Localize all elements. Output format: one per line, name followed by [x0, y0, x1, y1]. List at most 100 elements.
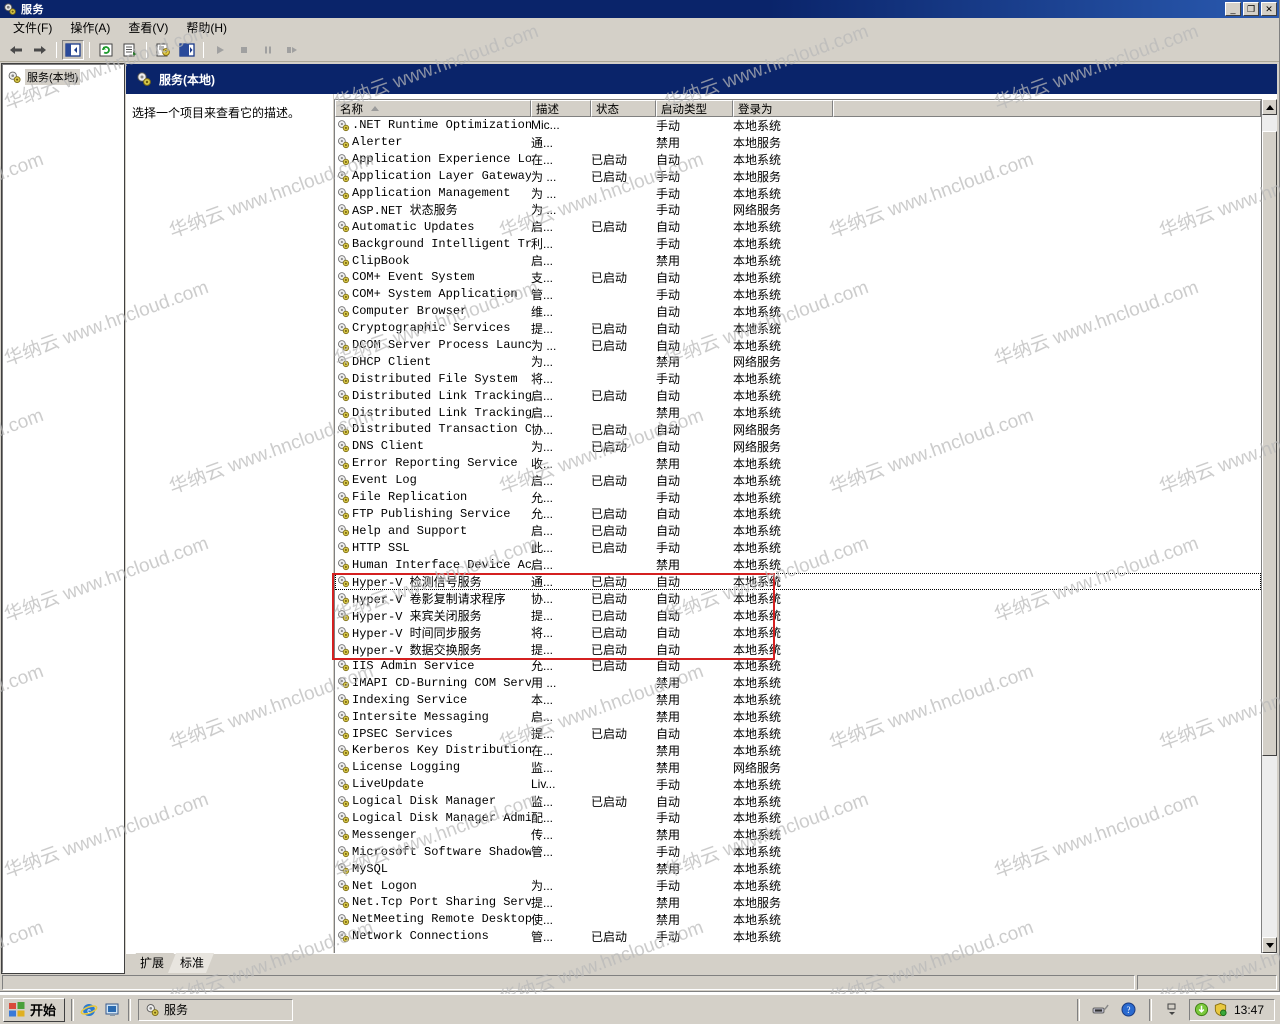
table-row[interactable]: Human Interface Device Ac...启... 禁用 本地系统	[335, 556, 1261, 573]
table-row[interactable]: Error Reporting Service 收... 禁用 本地系统	[335, 455, 1261, 472]
taskbar-window-button-services[interactable]: 服务	[138, 998, 294, 1021]
pause-service-icon[interactable]	[257, 40, 279, 60]
table-row[interactable]: Net Logon 为... 手动 本地系统	[335, 877, 1261, 894]
security-shield-icon[interactable]	[1213, 1002, 1228, 1017]
menu-view[interactable]: 查看(V)	[119, 17, 177, 38]
table-row[interactable]: FTP Publishing Service 允... 已启动 自动 本地系统	[335, 505, 1261, 522]
table-row[interactable]: Network Connections 管... 已启动 手动 本地系统	[335, 928, 1261, 945]
list-vertical-scrollbar[interactable]	[1261, 99, 1277, 953]
table-row[interactable]: Indexing Service 本... 禁用 本地系统	[335, 691, 1261, 708]
table-row[interactable]: Net.Tcp Port Sharing Service提... 禁用 本地服务	[335, 894, 1261, 911]
table-row[interactable]: Event Log 启... 已启动 自动 本地系统	[335, 472, 1261, 489]
table-row[interactable]: Distributed Link Tracking...启... 已启动 自动 本地系…	[335, 387, 1261, 404]
cell-log-on-as: 本地系统	[733, 845, 782, 860]
table-row[interactable]: Background Intelligent Tr...利... 手动 本地系统	[335, 235, 1261, 252]
column-startup-type[interactable]: 启动类型	[656, 100, 733, 117]
table-row[interactable]: ASP.NET 状态服务为 ... 手动 网络服务	[335, 201, 1261, 218]
table-row[interactable]: License Logging 监... 禁用 网络服务	[335, 759, 1261, 776]
column-log-on-as[interactable]: 登录为	[733, 100, 833, 117]
table-row[interactable]: Hyper-V 来宾关闭服务 提... 已启动 自动 本地系统	[335, 607, 1261, 624]
scroll-up-button[interactable]	[1262, 99, 1277, 115]
table-row[interactable]: .NET Runtime Optimization...Mic... 手动 本地系统	[335, 117, 1261, 134]
table-row[interactable]: Alerter 通... 禁用 本地服务	[335, 134, 1261, 151]
start-service-icon[interactable]	[209, 40, 231, 60]
table-row[interactable]: File Replication 允... 手动 本地系统	[335, 489, 1261, 506]
menu-action[interactable]: 操作(A)	[61, 17, 119, 38]
table-row[interactable]: Computer Browser 维... 自动 本地系统	[335, 303, 1261, 320]
column-name[interactable]: 名称	[335, 100, 531, 117]
column-log-on-as-label: 登录为	[738, 103, 773, 116]
cell-log-on-as: 本地系统	[733, 524, 782, 539]
table-row[interactable]: Logical Disk Manager Admi...配... 手动 本地系统	[335, 810, 1261, 827]
table-row[interactable]: MySQL 禁用 本地系统	[335, 860, 1261, 877]
restore-button[interactable]: ❐	[1243, 2, 1259, 16]
table-row[interactable]: Hyper-V 时间同步服务 将... 已启动 自动 本地系统	[335, 624, 1261, 641]
show-hide-tree-icon[interactable]	[62, 39, 84, 60]
table-row[interactable]: NetMeeting Remote Desktop...使... 禁用 本地系统	[335, 911, 1261, 928]
scroll-down-button[interactable]	[1262, 937, 1277, 953]
start-button[interactable]: 开始	[3, 997, 66, 1022]
show-desktop-icon[interactable]	[103, 1000, 123, 1020]
menu-file[interactable]: 文件(F)	[4, 17, 61, 38]
table-row[interactable]: LiveUpdate Liv... 手动 本地系统	[335, 776, 1261, 793]
network-connection-icon[interactable]	[1090, 1000, 1110, 1020]
back-icon[interactable]	[5, 40, 27, 60]
table-row[interactable]: Cryptographic Services 提... 已启动 自动 本地系统	[335, 320, 1261, 337]
table-row[interactable]: HTTP SSL 此... 已启动 手动 本地系统	[335, 539, 1261, 556]
tree-item-services-local[interactable]: 服务(本地)	[3, 65, 123, 85]
window-title-bar[interactable]: 服务 _ ❐ ✕	[0, 0, 1279, 18]
properties-icon[interactable]	[176, 40, 198, 60]
table-row[interactable]: DCOM Server Process Launcher为 ... 已启动 自动 本地…	[335, 337, 1261, 354]
cell-description: 在...	[531, 152, 554, 167]
table-row[interactable]: Kerberos Key Distribution...在... 禁用 本地系统	[335, 742, 1261, 759]
table-row[interactable]: DNS Client 为... 已启动 自动 网络服务	[335, 438, 1261, 455]
export-list-icon[interactable]	[119, 40, 141, 60]
refresh-icon[interactable]	[95, 40, 117, 60]
tab-standard[interactable]: 标准	[168, 953, 214, 973]
column-status[interactable]: 状态	[591, 100, 656, 117]
minimize-button[interactable]: _	[1225, 2, 1241, 16]
table-row[interactable]: Distributed Link Tracking...启... 禁用 本地系统	[335, 404, 1261, 421]
help-tray-icon[interactable]: ?	[1119, 1000, 1139, 1020]
table-row[interactable]: ClipBook 启... 禁用 本地系统	[335, 252, 1261, 269]
table-row[interactable]: DHCP Client 为... 禁用 网络服务	[335, 353, 1261, 370]
table-row[interactable]: Hyper-V 检测信号服务 通... 已启动 自动 本地系统	[335, 573, 1261, 590]
table-row[interactable]: Hyper-V 卷影复制请求程序 协... 已启动 自动 本地系统	[335, 590, 1261, 607]
help-icon[interactable]: ?	[152, 40, 174, 60]
table-row[interactable]: COM+ Event System 支... 已启动 自动 本地系统	[335, 269, 1261, 286]
table-row[interactable]: COM+ System Application 管... 手动 本地系统	[335, 286, 1261, 303]
cell-log-on-as: 本地服务	[733, 135, 782, 150]
scrollbar-track[interactable]	[1262, 115, 1277, 937]
cell-service-name: Cryptographic Services	[335, 321, 531, 335]
table-row[interactable]: Automatic Updates 启... 已启动 自动 本地系统	[335, 218, 1261, 235]
table-row[interactable]: Application Experience Lo...在... 已启动 自动 本地系…	[335, 151, 1261, 168]
expand-tray-icon[interactable]	[1162, 1000, 1182, 1020]
table-row[interactable]: Application Layer Gateway...为 ... 已启动 手动 本地…	[335, 168, 1261, 185]
close-button[interactable]: ✕	[1261, 2, 1277, 16]
services-list-view[interactable]: 名称 描述 状态 启动类型 登录为 .NET Runtime Optimizat…	[332, 99, 1261, 953]
table-row[interactable]: Distributed File System 将... 手动 本地系统	[335, 370, 1261, 387]
description-hint: 选择一个项目来查看它的描述。	[132, 106, 301, 120]
cell-service-name: IMAPI CD-Burning COM Service	[335, 676, 531, 690]
restart-service-icon[interactable]	[281, 40, 303, 60]
menu-help[interactable]: 帮助(H)	[177, 17, 236, 38]
stop-service-icon[interactable]	[233, 40, 255, 60]
table-row[interactable]: Microsoft Software Shadow...管... 手动 本地系统	[335, 843, 1261, 860]
table-row[interactable]: IIS Admin Service 允... 已启动 自动 本地系统	[335, 658, 1261, 675]
table-row[interactable]: IPSEC Services 提... 已启动 自动 本地系统	[335, 725, 1261, 742]
forward-icon[interactable]	[29, 40, 51, 60]
tab-extended[interactable]: 扩展	[128, 953, 174, 973]
table-row[interactable]: Help and Support 启... 已启动 自动 本地系统	[335, 522, 1261, 539]
table-row[interactable]: Hyper-V 数据交换服务 提... 已启动 自动 本地系统	[335, 641, 1261, 658]
table-row[interactable]: IMAPI CD-Burning COM Service用 ... 禁用 本地系统	[335, 674, 1261, 691]
table-row[interactable]: Distributed Transaction C...协... 已启动 自动 网络服…	[335, 421, 1261, 438]
internet-explorer-icon[interactable]: e	[79, 1000, 99, 1020]
table-row[interactable]: Logical Disk Manager 监... 已启动 自动 本地系统	[335, 793, 1261, 810]
table-row[interactable]: Intersite Messaging 启... 禁用 本地系统	[335, 708, 1261, 725]
tray-clock[interactable]: 13:47	[1232, 1003, 1270, 1017]
update-shield-icon[interactable]	[1194, 1002, 1209, 1017]
table-row[interactable]: Application Management 为 ... 手动 本地系统	[335, 185, 1261, 202]
column-description[interactable]: 描述	[531, 100, 591, 117]
table-row[interactable]: Messenger 传... 禁用 本地系统	[335, 826, 1261, 843]
scrollbar-thumb[interactable]	[1262, 131, 1277, 757]
